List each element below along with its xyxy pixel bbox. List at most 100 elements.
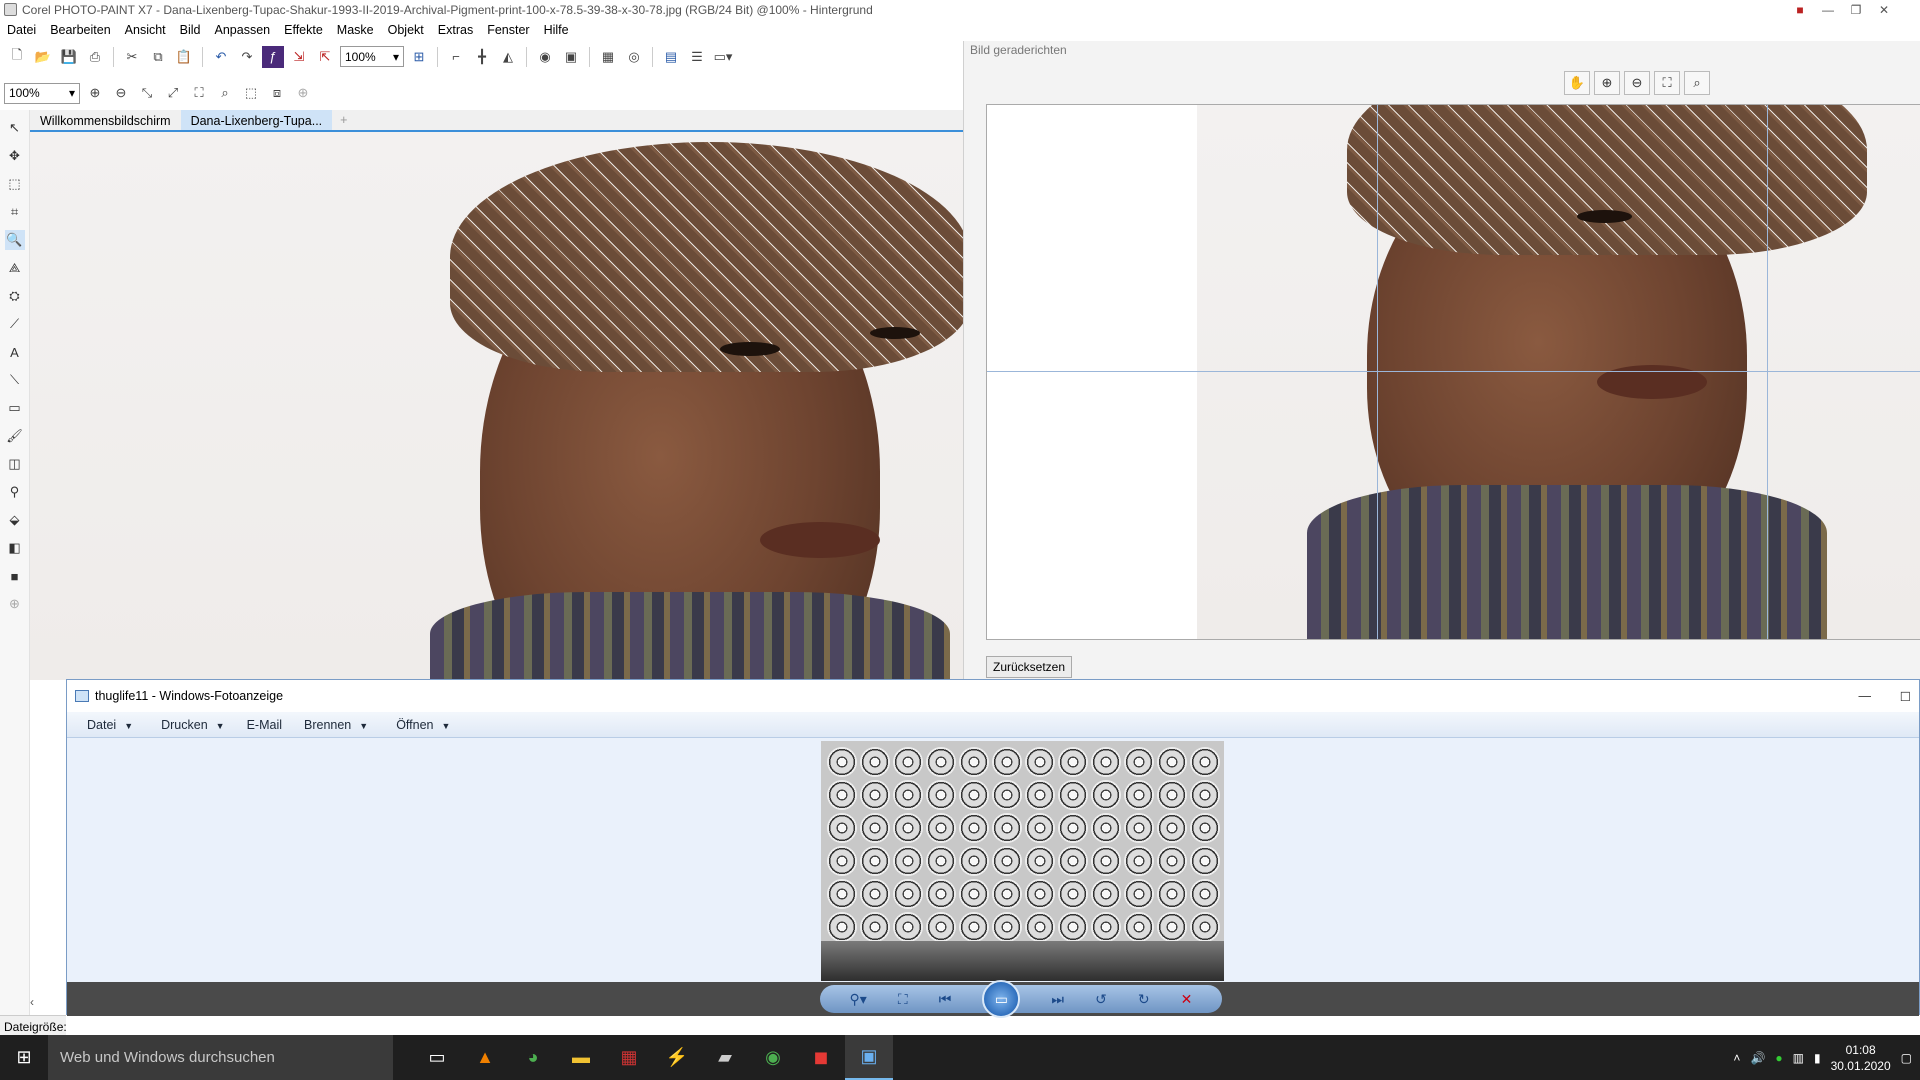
line-tool-icon[interactable]: ⟍	[5, 370, 25, 390]
mask-marquee-icon[interactable]: ▣	[560, 46, 582, 68]
effect-tool-icon[interactable]: ◫	[5, 454, 25, 474]
new-file-icon[interactable]: 🗋	[6, 46, 28, 68]
red-eye-tool-icon[interactable]: ⟁	[5, 258, 25, 278]
zoom-100-icon[interactable]: ⤢	[162, 82, 184, 104]
maximize-button[interactable]: ☐	[1900, 689, 1911, 704]
new-tab-icon[interactable]: +	[332, 110, 355, 130]
tab-document[interactable]: Dana-Lixenberg-Tupa...	[180, 110, 333, 130]
rotate-left-icon[interactable]: ↺	[1095, 991, 1107, 1008]
zoom-in-icon[interactable]: ⊕	[84, 82, 106, 104]
next-icon[interactable]: ⏭	[1051, 991, 1064, 1008]
color-swatch-icon[interactable]: ◧	[5, 538, 25, 558]
signal-icon[interactable]: ▮	[1814, 1051, 1821, 1065]
start-icon[interactable]: ⊞	[0, 1035, 48, 1080]
zoom-selection-icon[interactable]: ⌕	[214, 82, 236, 104]
full-screen-icon[interactable]: ⊞	[408, 46, 430, 68]
object-icon[interactable]: ▦	[597, 46, 619, 68]
crop-tool-icon[interactable]: ⌗	[5, 202, 25, 222]
touchup-tool-icon[interactable]: ⟋	[5, 314, 25, 334]
menu-email[interactable]: E-Mail	[241, 718, 288, 732]
winamp-icon[interactable]: ⚡	[653, 1035, 701, 1080]
zoom-fit-icon[interactable]: ⤡	[136, 82, 158, 104]
transform-tool-icon[interactable]: ✥	[5, 146, 25, 166]
menu-effekte[interactable]: Effekte	[277, 23, 330, 37]
menu-datei[interactable]: Datei ▼	[75, 718, 145, 732]
network-icon[interactable]: ▥	[1793, 1051, 1804, 1065]
zoom-icon[interactable]: ⚲▾	[850, 991, 867, 1008]
app-icon[interactable]: ▰	[701, 1035, 749, 1080]
zoom-width-icon[interactable]: ⬚	[240, 82, 262, 104]
previous-icon[interactable]: ⏮	[939, 991, 952, 1008]
zoom-fit-icon[interactable]: ⛶	[1654, 71, 1680, 95]
zoom-tool-icon[interactable]: 🔍	[4, 230, 25, 250]
zoom-out-icon[interactable]: ⊖	[1624, 71, 1650, 95]
rulers-icon[interactable]: ⌐	[445, 46, 467, 68]
mask-overlay-icon[interactable]: ◉	[534, 46, 556, 68]
menu-datei[interactable]: Datei	[0, 23, 43, 37]
delete-icon[interactable]: ✕	[1181, 991, 1193, 1008]
zoom-to-fit-window-icon[interactable]: ⛶	[188, 82, 210, 104]
notification-icon[interactable]: ▢	[1901, 1051, 1912, 1065]
close-button[interactable]: ✕	[1870, 3, 1898, 17]
paste-icon[interactable]: 📋	[173, 46, 195, 68]
clone-tool-icon[interactable]: ⛭	[5, 286, 25, 306]
menu-anpassen[interactable]: Anpassen	[208, 23, 278, 37]
reset-colors-icon[interactable]: ■	[5, 566, 25, 586]
image-canvas[interactable]	[30, 132, 963, 680]
image-properties-icon[interactable]: ▤	[660, 46, 682, 68]
paint-tool-icon[interactable]: 🖌	[5, 426, 25, 446]
copy-icon[interactable]: ⧉	[147, 46, 169, 68]
rectangle-tool-icon[interactable]: ▭	[5, 398, 25, 418]
menu-objekt[interactable]: Objekt	[381, 23, 431, 37]
open-folder-icon[interactable]: 📂	[32, 46, 54, 68]
user-icon[interactable]: ■	[1786, 3, 1814, 17]
rotate-right-icon[interactable]: ↻	[1138, 991, 1150, 1008]
import-icon[interactable]: ⇲	[288, 46, 310, 68]
cut-icon[interactable]: ✂	[121, 46, 143, 68]
minimize-button[interactable]: —	[1859, 689, 1872, 703]
options-icon[interactable]: ☰	[686, 46, 708, 68]
pick-tool-icon[interactable]: ↖	[5, 118, 25, 138]
text-tool-icon[interactable]: A	[5, 342, 25, 362]
photo-paint-icon[interactable]: ▦	[605, 1035, 653, 1080]
volume-icon[interactable]: 🔊	[1750, 1051, 1765, 1065]
straighten-preview[interactable]	[986, 104, 1920, 640]
zoom-height-icon[interactable]: ⧈	[266, 82, 288, 104]
print-icon[interactable]: ⎙	[84, 46, 106, 68]
menu-oeffnen[interactable]: Öffnen ▼	[384, 718, 462, 732]
app-red-icon[interactable]: ◼	[797, 1035, 845, 1080]
zoom-combo[interactable]: 100% ▾	[340, 46, 404, 67]
search-box[interactable]: Web und Windows durchsuchen	[48, 1035, 393, 1080]
pan-icon[interactable]: ✋	[1564, 71, 1590, 95]
tray-chevron-icon[interactable]: ˄	[1733, 1051, 1740, 1065]
chrome-icon[interactable]: ◕	[509, 1035, 557, 1080]
add-tool-icon[interactable]: ⊕	[5, 594, 25, 614]
menu-brennen[interactable]: Brennen ▼	[292, 718, 380, 732]
menu-drucken[interactable]: Drucken ▼	[149, 718, 236, 732]
zoom-in-icon[interactable]: ⊕	[1594, 71, 1620, 95]
zoom-actual-icon[interactable]: ⌕	[1684, 71, 1710, 95]
add-icon[interactable]: ⊕	[292, 82, 314, 104]
save-icon[interactable]: 💾	[58, 46, 80, 68]
menu-extras[interactable]: Extras	[431, 23, 480, 37]
slideshow-icon[interactable]: ▭	[982, 980, 1021, 1018]
fill-tool-icon[interactable]: ⬙	[5, 510, 25, 530]
file-explorer-icon[interactable]: ▬	[557, 1035, 605, 1080]
undo-icon[interactable]: ↶	[210, 46, 232, 68]
menu-bild[interactable]: Bild	[173, 23, 208, 37]
menu-bearbeiten[interactable]: Bearbeiten	[43, 23, 117, 37]
task-view-icon[interactable]: ▭	[413, 1035, 461, 1080]
menu-ansicht[interactable]: Ansicht	[118, 23, 173, 37]
minimize-button[interactable]: —	[1814, 3, 1842, 17]
launch-icon[interactable]: ▭▾	[712, 46, 734, 68]
guides-icon[interactable]: ╋	[471, 46, 493, 68]
lens-icon[interactable]: ◎	[623, 46, 645, 68]
photo-viewer-icon[interactable]: ▣	[845, 1035, 893, 1080]
redo-icon[interactable]: ↷	[236, 46, 258, 68]
menu-hilfe[interactable]: Hilfe	[537, 23, 576, 37]
eyedropper-tool-icon[interactable]: ⚲	[5, 482, 25, 502]
mask-tool-icon[interactable]: ⬚	[5, 174, 25, 194]
tab-welcome[interactable]: Willkommensbildschirm	[30, 110, 181, 130]
snap-icon[interactable]: ◭	[497, 46, 519, 68]
chrome-icon[interactable]: ◉	[749, 1035, 797, 1080]
